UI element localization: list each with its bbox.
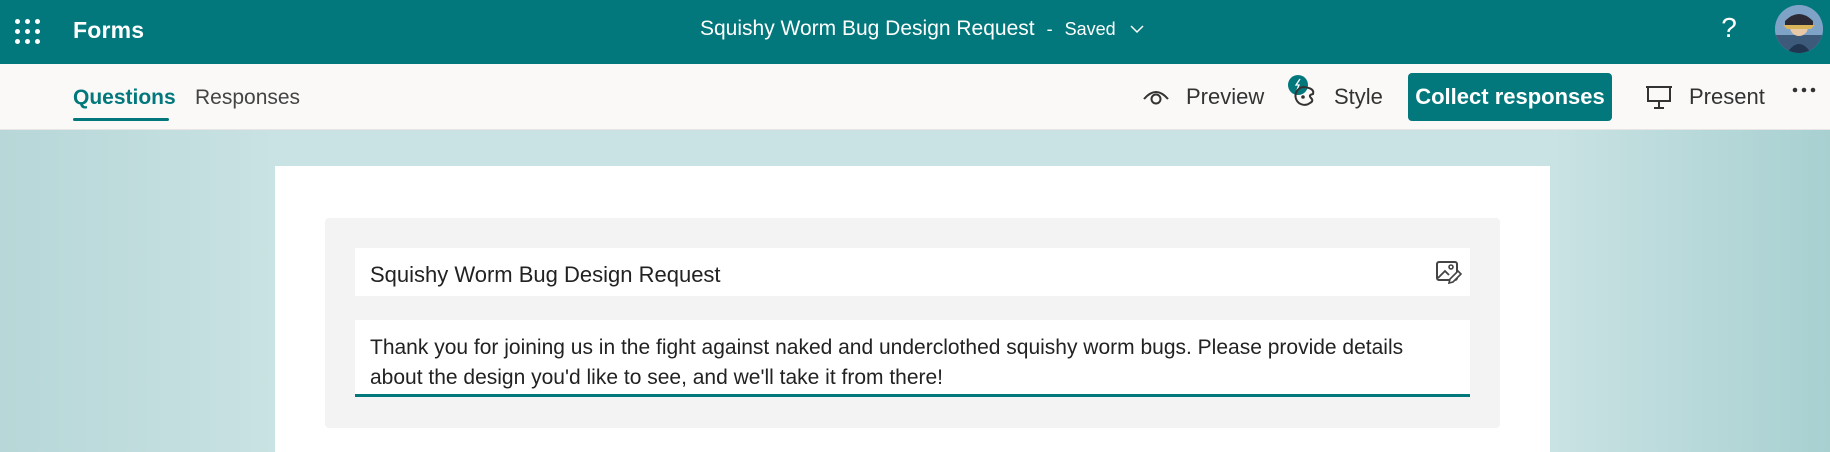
image-edit-icon[interactable]	[1434, 258, 1462, 286]
header-form-title: Squishy Worm Bug Design Request	[700, 17, 1035, 40]
form-description-input[interactable]: Thank you for joining us in the fight ag…	[355, 320, 1470, 397]
help-icon[interactable]: ?	[1716, 12, 1742, 44]
avatar[interactable]	[1775, 5, 1823, 53]
waffle-icon[interactable]	[8, 12, 46, 50]
save-status: Saved	[1064, 18, 1116, 39]
active-tab-indicator	[73, 118, 169, 121]
tab-questions[interactable]: Questions	[73, 86, 176, 110]
style-label: Style	[1334, 84, 1383, 109]
palette-icon	[1288, 75, 1315, 106]
preview-button[interactable]: Preview	[1142, 84, 1264, 110]
form-header-panel: Squishy Worm Bug Design Request Thank yo…	[325, 218, 1500, 428]
style-button[interactable]: Style	[1288, 75, 1383, 110]
collect-responses-button[interactable]: Collect responses	[1408, 73, 1612, 121]
form-card: Squishy Worm Bug Design Request Thank yo…	[275, 166, 1550, 452]
tab-responses[interactable]: Responses	[195, 86, 300, 110]
app-name[interactable]: Forms	[73, 17, 144, 44]
preview-label: Preview	[1186, 84, 1265, 109]
present-button[interactable]: Present	[1645, 84, 1765, 110]
title-separator: -	[1046, 18, 1053, 39]
app-header: Forms Squishy Worm Bug Design Request - …	[0, 0, 1830, 64]
eye-icon	[1143, 91, 1169, 105]
present-label: Present	[1689, 84, 1765, 109]
present-icon	[1646, 86, 1672, 109]
more-icon[interactable]	[1792, 86, 1816, 94]
form-title-menu[interactable]: Squishy Worm Bug Design Request - Saved	[700, 17, 1144, 41]
form-title-text: Squishy Worm Bug Design Request	[370, 262, 721, 287]
command-bar: Questions Responses Preview Style Collec…	[0, 64, 1830, 130]
chevron-down-icon[interactable]	[1130, 22, 1144, 36]
form-title-input[interactable]: Squishy Worm Bug Design Request	[355, 248, 1470, 296]
form-canvas: Squishy Worm Bug Design Request Thank yo…	[0, 130, 1830, 452]
